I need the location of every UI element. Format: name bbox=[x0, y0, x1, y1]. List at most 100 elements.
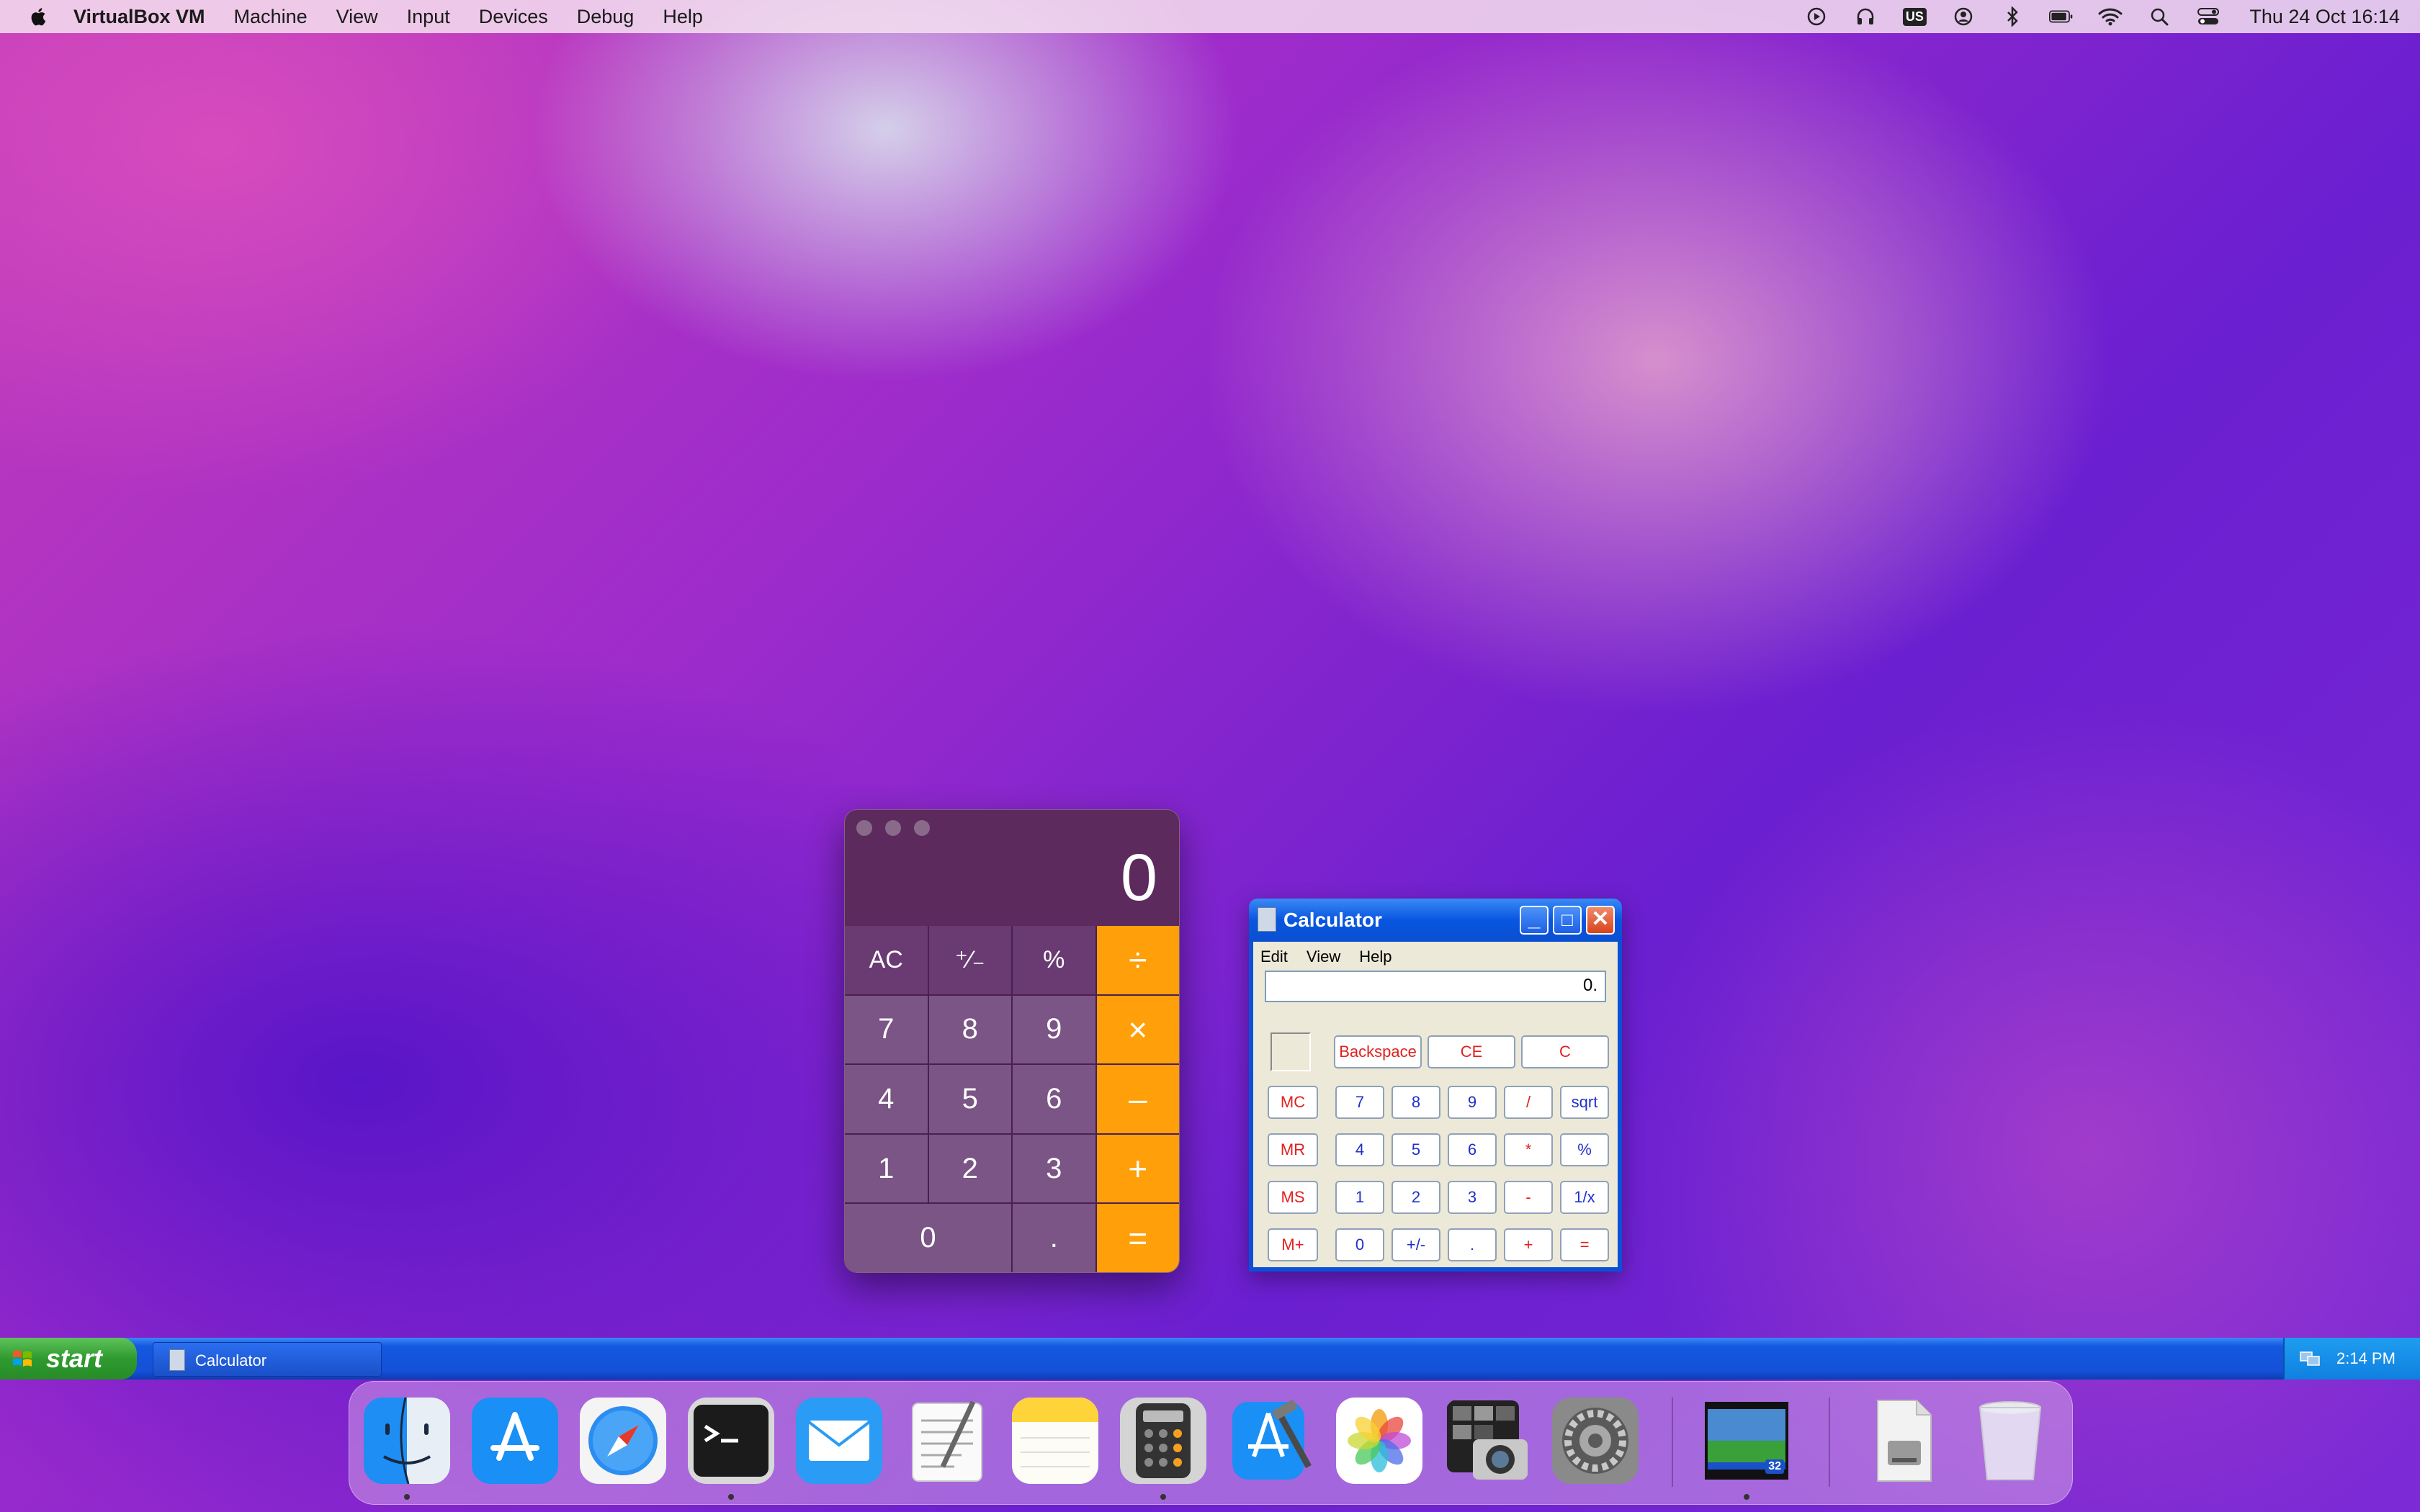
tray-clock[interactable]: 2:14 PM bbox=[2336, 1349, 2396, 1368]
xp-key-plus-minus[interactable]: +/- bbox=[1392, 1228, 1440, 1261]
system-preferences-icon[interactable] bbox=[1552, 1398, 1639, 1484]
xp-key-reciprocal[interactable]: 1/x bbox=[1560, 1181, 1609, 1214]
xp-key-ms[interactable]: MS bbox=[1268, 1181, 1318, 1214]
keyboard-layout-icon[interactable]: US bbox=[1902, 6, 1927, 27]
key-equals[interactable]: = bbox=[1096, 1204, 1179, 1272]
xp-key-8[interactable]: 8 bbox=[1392, 1086, 1440, 1119]
user-icon[interactable] bbox=[1951, 6, 1976, 27]
menu-app-name[interactable]: VirtualBox VM bbox=[73, 6, 205, 28]
xp-key-5[interactable]: 5 bbox=[1392, 1133, 1440, 1166]
xp-key-sqrt[interactable]: sqrt bbox=[1560, 1086, 1609, 1119]
xp-window-title: Calculator bbox=[1283, 909, 1382, 931]
taskbar-item-calculator[interactable]: Calculator bbox=[153, 1342, 382, 1377]
xp-key-backspace[interactable]: Backspace bbox=[1334, 1035, 1422, 1068]
menu-help[interactable]: Help bbox=[663, 6, 703, 28]
xp-title-bar[interactable]: Calculator _ □ ✕ bbox=[1249, 899, 1622, 942]
key-0[interactable]: 0 bbox=[845, 1204, 1011, 1272]
key-ac[interactable]: AC bbox=[845, 926, 928, 994]
spotlight-search-icon[interactable] bbox=[2147, 6, 2172, 27]
menu-view[interactable]: View bbox=[336, 6, 378, 28]
xp-key-4[interactable]: 4 bbox=[1335, 1133, 1384, 1166]
xp-key-divide[interactable]: / bbox=[1504, 1086, 1553, 1119]
key-divide[interactable]: ÷ bbox=[1096, 926, 1179, 994]
apple-icon[interactable] bbox=[27, 5, 50, 28]
key-plus-minus[interactable]: ⁺∕₋ bbox=[928, 926, 1011, 994]
key-6[interactable]: 6 bbox=[1013, 1065, 1095, 1133]
key-1[interactable]: 1 bbox=[845, 1134, 928, 1203]
xp-menu-help[interactable]: Help bbox=[1359, 948, 1392, 966]
xp-calculator-display: 0. bbox=[1265, 971, 1606, 1002]
control-center-icon[interactable] bbox=[2196, 6, 2220, 27]
key-4[interactable]: 4 bbox=[845, 1065, 928, 1133]
terminal-icon[interactable] bbox=[688, 1398, 774, 1484]
minimize-window-button[interactable] bbox=[885, 820, 901, 836]
key-5[interactable]: 5 bbox=[928, 1065, 1011, 1133]
xp-key-0[interactable]: 0 bbox=[1335, 1228, 1384, 1261]
xp-key-c[interactable]: C bbox=[1521, 1035, 1609, 1068]
xp-key-3[interactable]: 3 bbox=[1448, 1181, 1497, 1214]
menu-debug[interactable]: Debug bbox=[577, 6, 635, 28]
headphones-icon[interactable] bbox=[1853, 6, 1878, 27]
key-percent[interactable]: % bbox=[1013, 926, 1095, 994]
xp-key-multiply[interactable]: * bbox=[1504, 1133, 1553, 1166]
mail-icon[interactable] bbox=[796, 1398, 882, 1484]
xp-calculator-body: Edit View Help 0. Backspace CE C MC 7 8 … bbox=[1253, 942, 1618, 1267]
xp-key-2[interactable]: 2 bbox=[1392, 1181, 1440, 1214]
textedit-icon[interactable] bbox=[904, 1398, 990, 1484]
close-button[interactable]: ✕ bbox=[1586, 906, 1615, 935]
xp-key-7[interactable]: 7 bbox=[1335, 1086, 1384, 1119]
maximize-button[interactable]: □ bbox=[1553, 906, 1582, 935]
xp-key-6[interactable]: 6 bbox=[1448, 1133, 1497, 1166]
xcode-icon[interactable] bbox=[1228, 1398, 1314, 1484]
mac-calculator-keypad: AC ⁺∕₋ % ÷ 7 8 9 × 4 5 6 – 1 2 3 + 0 . = bbox=[845, 926, 1179, 1272]
safari-icon[interactable] bbox=[580, 1398, 666, 1484]
xp-menu-edit[interactable]: Edit bbox=[1260, 948, 1288, 966]
xp-key-percent[interactable]: % bbox=[1560, 1133, 1609, 1166]
xp-menu-view[interactable]: View bbox=[1307, 948, 1340, 966]
finder-running-dot bbox=[404, 1494, 410, 1500]
start-button[interactable]: start bbox=[0, 1338, 137, 1380]
minimize-button[interactable]: _ bbox=[1520, 906, 1549, 935]
xp-key-minus[interactable]: - bbox=[1504, 1181, 1553, 1214]
virtualbox-vm-icon[interactable]: 32 bbox=[1703, 1398, 1790, 1484]
key-2[interactable]: 2 bbox=[928, 1134, 1011, 1203]
key-minus[interactable]: – bbox=[1096, 1065, 1179, 1133]
xp-key-mc[interactable]: MC bbox=[1268, 1086, 1318, 1119]
calculator-icon[interactable] bbox=[1120, 1398, 1206, 1484]
xp-key-equals[interactable]: = bbox=[1560, 1228, 1609, 1261]
xp-key-plus[interactable]: + bbox=[1504, 1228, 1553, 1261]
key-3[interactable]: 3 bbox=[1013, 1134, 1095, 1203]
menu-machine[interactable]: Machine bbox=[234, 6, 308, 28]
key-decimal[interactable]: . bbox=[1013, 1204, 1095, 1272]
menu-devices[interactable]: Devices bbox=[479, 6, 548, 28]
xp-key-mplus[interactable]: M+ bbox=[1268, 1228, 1318, 1261]
key-7[interactable]: 7 bbox=[845, 995, 928, 1064]
finder-icon[interactable] bbox=[364, 1398, 450, 1484]
status-area: US Thu 24 Oct 16:14 bbox=[1780, 0, 2400, 33]
disk-image-icon[interactable] bbox=[1859, 1398, 1945, 1484]
key-plus[interactable]: + bbox=[1096, 1134, 1179, 1203]
bluetooth-icon[interactable] bbox=[2000, 6, 2025, 27]
wifi-icon[interactable] bbox=[2098, 6, 2123, 27]
xp-key-mr[interactable]: MR bbox=[1268, 1133, 1318, 1166]
xp-key-1[interactable]: 1 bbox=[1335, 1181, 1384, 1214]
notes-icon[interactable] bbox=[1012, 1398, 1098, 1484]
xp-key-decimal[interactable]: . bbox=[1448, 1228, 1497, 1261]
trash-icon[interactable] bbox=[1967, 1398, 2053, 1484]
key-multiply[interactable]: × bbox=[1096, 995, 1179, 1064]
xp-key-ce[interactable]: CE bbox=[1428, 1035, 1515, 1068]
menu-clock[interactable]: Thu 24 Oct 16:14 bbox=[2249, 6, 2400, 28]
close-window-button[interactable] bbox=[856, 820, 872, 836]
zoom-window-button[interactable] bbox=[914, 820, 930, 836]
window-controls bbox=[856, 820, 943, 836]
photos-icon[interactable] bbox=[1336, 1398, 1422, 1484]
image-capture-icon[interactable] bbox=[1444, 1398, 1531, 1484]
play-icon[interactable] bbox=[1804, 6, 1829, 27]
key-8[interactable]: 8 bbox=[928, 995, 1011, 1064]
network-tray-icon[interactable] bbox=[2299, 1349, 2321, 1368]
battery-icon[interactable] bbox=[2049, 6, 2074, 27]
app-store-icon[interactable] bbox=[472, 1398, 558, 1484]
xp-key-9[interactable]: 9 bbox=[1448, 1086, 1497, 1119]
key-9[interactable]: 9 bbox=[1013, 995, 1095, 1064]
menu-input[interactable]: Input bbox=[407, 6, 450, 28]
